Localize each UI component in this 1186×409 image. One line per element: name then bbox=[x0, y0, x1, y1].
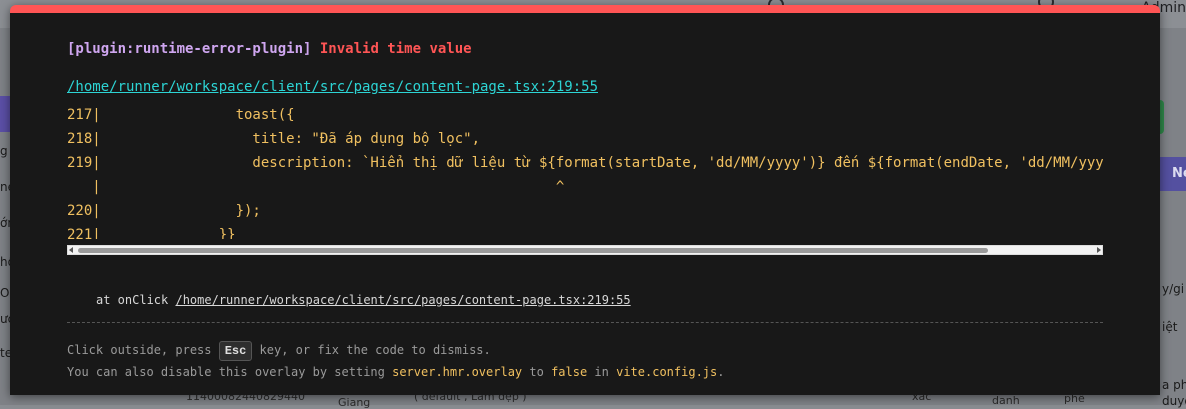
code-line: 219| description: `Hiển thị dữ liệu từ $… bbox=[67, 155, 1103, 171]
scroll-thumb[interactable] bbox=[78, 248, 988, 253]
code-line: 218| title: "Đã áp dụng bộ lọc", bbox=[67, 131, 481, 147]
plugin-name: [plugin:runtime-error-plugin] bbox=[67, 41, 312, 57]
config-file: vite.config.js bbox=[616, 365, 718, 379]
setting-name: server.hmr.overlay bbox=[392, 365, 523, 379]
code-line: 221| }} bbox=[67, 227, 236, 239]
sidebar-item-fragment: g bbox=[0, 144, 8, 158]
stack-file-link[interactable]: /home/runner/workspace/client/src/pages/… bbox=[175, 293, 630, 307]
tip-text: Click outside, press bbox=[67, 343, 219, 357]
background-right-fragment: duyệt bbox=[1162, 394, 1186, 408]
dismiss-tip: Click outside, press Esc key, or fix the… bbox=[67, 339, 491, 361]
tip-text: . bbox=[717, 365, 725, 379]
error-message: [plugin:runtime-error-plugin] Invalid ti… bbox=[67, 41, 472, 57]
error-text: Invalid time value bbox=[319, 41, 472, 57]
tip-text: You can also disable this overlay by set… bbox=[67, 365, 393, 379]
code-frame: 217| toast({ 218| title: "Đã áp dụng bộ … bbox=[67, 103, 1103, 239]
code-caret-line: | ^ bbox=[67, 179, 565, 195]
table-cell: Giang bbox=[338, 396, 371, 409]
background-right-fragment: a phố bbox=[1162, 378, 1186, 392]
code-line: 220| }); bbox=[67, 203, 261, 219]
background-right-fragment: iệt bbox=[1162, 320, 1178, 334]
setting-value: false bbox=[551, 365, 588, 379]
table-cell: danh bbox=[992, 394, 1020, 407]
scroll-right-arrow-icon[interactable] bbox=[1097, 247, 1101, 253]
background-right-button: Ne bbox=[1160, 157, 1186, 191]
background-right-button-label: Ne bbox=[1172, 166, 1186, 181]
stack-trace: at onClick /home/runner/workspace/client… bbox=[96, 293, 631, 307]
horizontal-scrollbar[interactable] bbox=[67, 245, 1103, 255]
tip-text: to bbox=[522, 365, 552, 379]
code-line: 217| toast({ bbox=[67, 107, 295, 123]
stack-prefix: at onClick bbox=[96, 293, 176, 307]
error-file-link[interactable]: /home/runner/workspace/client/src/pages/… bbox=[67, 79, 598, 95]
disable-overlay-tip: You can also disable this overlay by set… bbox=[67, 363, 724, 381]
background-green-button bbox=[1160, 100, 1164, 134]
divider bbox=[67, 322, 1103, 323]
sidebar-active-item bbox=[0, 96, 10, 132]
background-right-fragment: y/gi bbox=[1162, 282, 1185, 296]
esc-key: Esc bbox=[218, 341, 253, 361]
tip-text: key, or fix the code to dismiss. bbox=[252, 343, 491, 357]
error-overlay[interactable]: [plugin:runtime-error-plugin] Invalid ti… bbox=[10, 5, 1160, 395]
scroll-left-arrow-icon[interactable] bbox=[69, 247, 73, 253]
tip-text: in bbox=[587, 365, 617, 379]
